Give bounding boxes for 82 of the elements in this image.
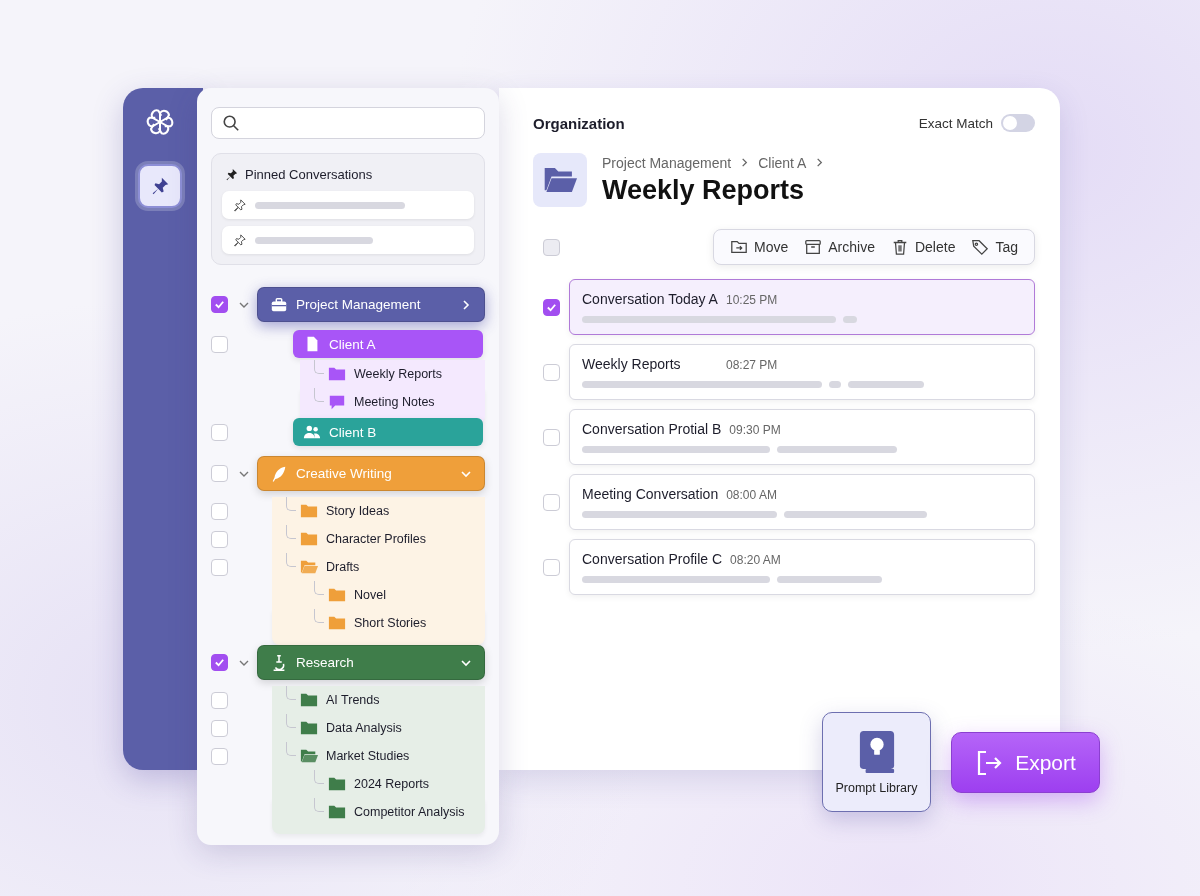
conversation-title: Conversation Protial B: [582, 421, 722, 437]
folder-icon: [300, 502, 318, 520]
conversation-title: Conversation Profile C: [582, 551, 723, 567]
conversation-card[interactable]: Weekly Reports 08:27 PM: [569, 344, 1035, 400]
briefcase-icon: [270, 295, 288, 314]
folder-icon: [328, 586, 346, 604]
folder-icon: [328, 803, 346, 821]
checkbox[interactable]: [211, 335, 228, 353]
archive-box-icon: [804, 238, 823, 256]
action-button[interactable]: Tag: [965, 234, 1024, 260]
client-tag[interactable]: Client A: [293, 330, 483, 358]
placeholder-line: [829, 381, 841, 388]
people-icon: [303, 423, 321, 441]
checkbox[interactable]: [211, 719, 228, 737]
checkbox[interactable]: [211, 465, 228, 482]
conversation-card[interactable]: Conversation Protial B 09:30 PM: [569, 409, 1035, 465]
checkbox[interactable]: [211, 296, 228, 313]
checkbox[interactable]: [211, 530, 228, 548]
pinned-conversation[interactable]: [222, 191, 474, 219]
folder-icon: [328, 365, 346, 383]
pin-icon: [232, 232, 247, 248]
breadcrumb-link[interactable]: Client A: [758, 154, 807, 171]
select-all-checkbox[interactable]: [543, 238, 560, 256]
folder-icon: [300, 691, 318, 709]
checkbox[interactable]: [211, 747, 228, 765]
pin-icon: [232, 197, 247, 213]
checkmark-icon: [546, 301, 557, 313]
book-bulb-icon: [857, 729, 896, 775]
folder-group-bar[interactable]: Research: [257, 645, 485, 680]
prompt-library-button[interactable]: Prompt Library: [822, 712, 931, 812]
conversation-card[interactable]: Conversation Today A 10:25 PM: [569, 279, 1035, 335]
checkbox[interactable]: [543, 363, 560, 381]
checkbox[interactable]: [543, 298, 560, 316]
pin-button[interactable]: [138, 164, 182, 208]
exit-arrow-icon: [975, 748, 1004, 777]
search-field[interactable]: [211, 107, 485, 139]
search-icon: [222, 114, 240, 132]
checkbox[interactable]: [211, 691, 228, 709]
exact-match-label: Exact Match: [918, 115, 993, 131]
folder-group-bar[interactable]: Project Management: [257, 287, 485, 322]
checkbox[interactable]: [543, 428, 560, 446]
conversation-time: 08:27 PM: [726, 358, 778, 372]
feather-icon: [270, 464, 288, 483]
section-heading: Organization: [533, 114, 625, 132]
checkbox[interactable]: [543, 558, 560, 576]
pinned-conversation[interactable]: [222, 226, 474, 254]
checkmark-icon: [214, 299, 225, 310]
folder-icon: [300, 558, 318, 576]
conversation-card[interactable]: Conversation Profile C 08:20 AM: [569, 539, 1035, 595]
folder-icon: [328, 614, 346, 632]
folder-icon: [300, 719, 318, 737]
exact-match-toggle[interactable]: [1001, 114, 1035, 132]
action-button[interactable]: Delete: [884, 234, 962, 260]
conversation-time: 08:00 AM: [726, 488, 777, 502]
folder-icon: [300, 530, 318, 548]
conversation-title: Weekly Reports: [582, 356, 682, 372]
conversation-card[interactable]: Meeting Conversation 08:00 AM: [569, 474, 1035, 530]
conversation-title: Conversation Today A: [582, 291, 718, 307]
checkbox[interactable]: [543, 493, 560, 511]
conversation-time: 08:20 AM: [730, 553, 781, 567]
tag-icon: [971, 238, 990, 256]
placeholder-line: [843, 316, 857, 323]
folder-arrow-icon: [730, 238, 749, 256]
checkbox[interactable]: [211, 654, 228, 671]
chat-icon: [328, 393, 346, 411]
action-button[interactable]: Archive: [798, 234, 881, 260]
conversation-time: 09:30 PM: [729, 423, 781, 437]
breadcrumb-link[interactable]: Project Management: [602, 154, 732, 171]
checkbox[interactable]: [211, 558, 228, 576]
logo-icon: [144, 106, 176, 138]
chevron-icon: [460, 298, 472, 311]
action-button[interactable]: Move: [724, 234, 795, 260]
folder-icon: [300, 747, 318, 765]
checkbox[interactable]: [211, 502, 228, 520]
page-title: Weekly Reports: [602, 174, 806, 206]
checkmark-icon: [214, 657, 225, 668]
checkbox[interactable]: [211, 423, 228, 441]
pinned-title: Pinned Conversations: [245, 166, 373, 182]
conversation-time: 10:25 PM: [726, 293, 778, 307]
conversation-title: Meeting Conversation: [582, 486, 719, 502]
folder-icon: [328, 775, 346, 793]
export-button[interactable]: Export: [951, 732, 1100, 793]
